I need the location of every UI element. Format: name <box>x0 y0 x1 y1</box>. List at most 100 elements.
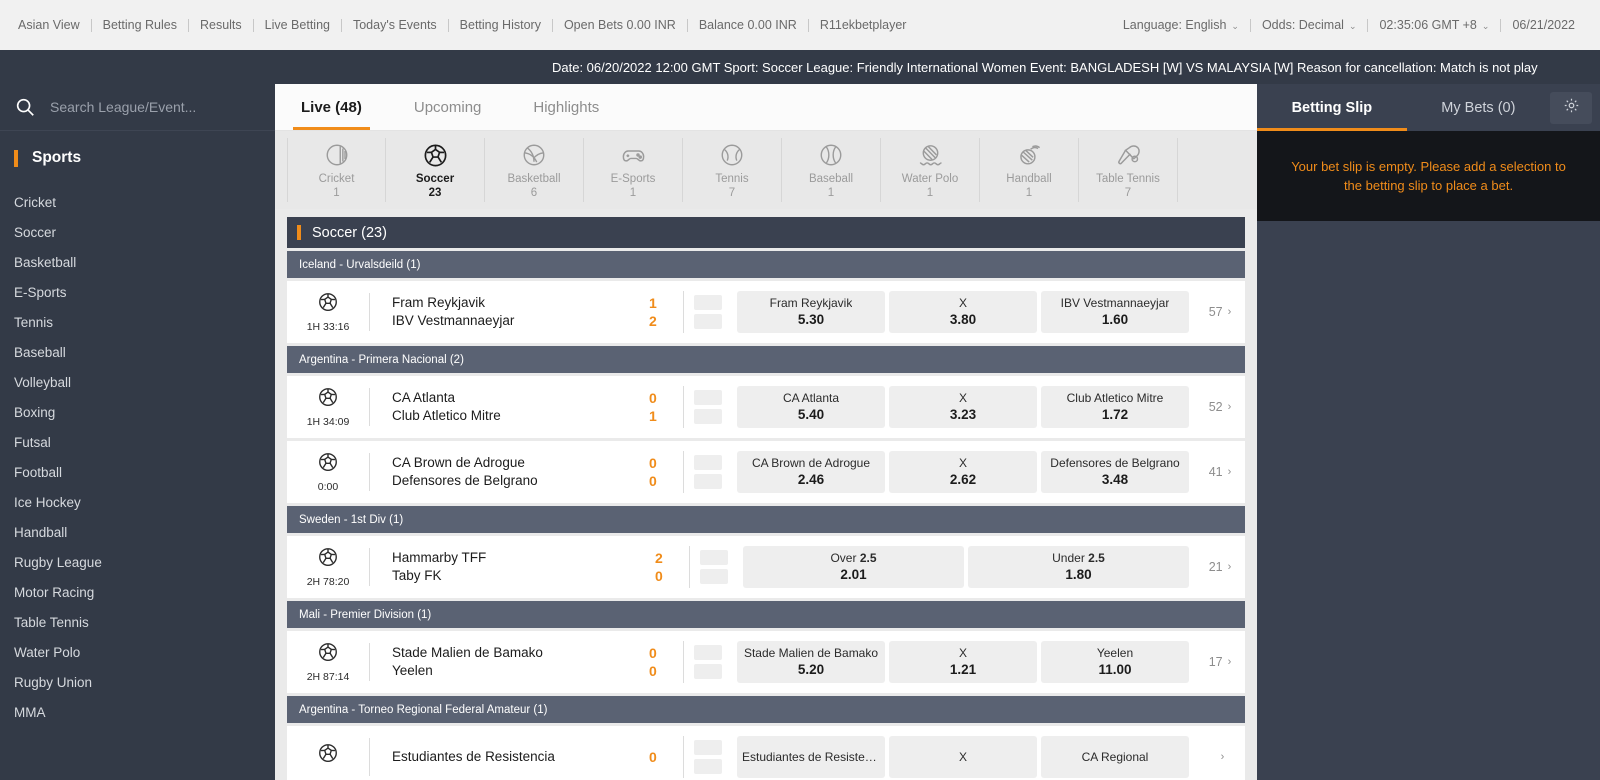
language-selector[interactable]: Language: English ⌄ <box>1112 18 1250 32</box>
tab-upcoming[interactable]: Upcoming <box>388 84 508 130</box>
match-clock: 1H 34:09 <box>306 416 350 428</box>
sidebar-item-basketball[interactable]: Basketball <box>0 247 275 277</box>
tab-highlights[interactable]: Highlights <box>507 84 625 130</box>
search-box[interactable] <box>0 84 275 131</box>
top-nav-item[interactable]: Live Betting <box>254 18 341 32</box>
odds-button[interactable]: X 3.23 <box>889 386 1037 428</box>
top-nav-item[interactable]: Betting Rules <box>92 18 188 32</box>
stat-placeholder <box>693 664 722 679</box>
tab-live-48[interactable]: Live (48) <box>275 84 388 130</box>
away-score: 0 <box>649 473 657 489</box>
more-markets-button[interactable]: › <box>1195 751 1245 763</box>
sidebar-item-motor-racing[interactable]: Motor Racing <box>0 577 275 607</box>
more-markets-button[interactable]: 21 › <box>1195 560 1245 574</box>
odds-button[interactable]: CA Brown de Adrogue 2.46 <box>737 451 885 493</box>
sport-tab-basketball[interactable]: Basketball 6 <box>485 138 584 202</box>
top-nav-item[interactable]: Asian View <box>14 18 91 32</box>
bet-slip-body <box>1257 221 1600 780</box>
match-time-cell: 2H 87:14 <box>287 641 369 683</box>
sidebar-item-e-sports[interactable]: E-Sports <box>0 277 275 307</box>
odds-button[interactable]: Stade Malien de Bamako 5.20 <box>737 641 885 683</box>
league-header[interactable]: Sweden - 1st Div (1) <box>287 506 1245 533</box>
league-header[interactable]: Iceland - Urvalsdeild (1) <box>287 251 1245 278</box>
match-score: 0 <box>649 748 683 766</box>
sport-tab-handball[interactable]: Handball 1 <box>980 138 1079 202</box>
settings-button[interactable] <box>1550 91 1592 124</box>
odds-group: Stade Malien de Bamako 5.20 X 1.21 Yeelen 11.… <box>731 641 1195 683</box>
league-header[interactable]: Argentina - Torneo Regional Federal Amat… <box>287 696 1245 723</box>
odds-button[interactable]: Yeelen 11.00 <box>1041 641 1189 683</box>
tab-betting-slip[interactable]: Betting Slip <box>1257 84 1407 131</box>
match-teams: CA Brown de Adrogue Defensores de Belgran… <box>370 454 649 490</box>
sidebar-item-mma[interactable]: MMA <box>0 697 275 727</box>
sidebar-item-handball[interactable]: Handball <box>0 517 275 547</box>
gamepad-icon <box>620 141 647 169</box>
sidebar-item-futsal[interactable]: Futsal <box>0 427 275 457</box>
more-markets-button[interactable]: 57 › <box>1195 305 1245 319</box>
odds-group: Fram Reykjavik 5.30 X 3.80 IBV Vestmannaeyja… <box>731 291 1195 333</box>
odds-button[interactable]: X <box>889 736 1037 778</box>
top-nav-item[interactable]: Today's Events <box>342 18 448 32</box>
search-input[interactable] <box>50 99 240 115</box>
league-header[interactable]: Mali - Premier Division (1) <box>287 601 1245 628</box>
home-score: 0 <box>649 390 657 406</box>
odds-button[interactable]: Fram Reykjavik 5.30 <box>737 291 885 333</box>
sport-tab-baseball[interactable]: Baseball 1 <box>782 138 881 202</box>
odds-button[interactable]: IBV Vestmannaeyjar 1.60 <box>1041 291 1189 333</box>
sport-tab-soccer[interactable]: Soccer 23 <box>386 138 485 202</box>
odds-group: CA Brown de Adrogue 2.46 X 2.62 Defensores d… <box>731 451 1195 493</box>
odds-button[interactable]: CA Regional <box>1041 736 1189 778</box>
event-list[interactable]: Soccer (23) Iceland - Urvalsdeild (1) 1H … <box>275 209 1257 780</box>
sidebar-item-rugby-league[interactable]: Rugby League <box>0 547 275 577</box>
odds-button[interactable]: CA Atlanta 5.40 <box>737 386 885 428</box>
match-row[interactable]: 2H 78:20 Hammarby TFF Taby FK 2 0 Over 2.5 2.0… <box>287 536 1245 598</box>
sport-tab-table-tennis[interactable]: Table Tennis 7 <box>1079 138 1178 202</box>
odds-button[interactable]: Defensores de Belgrano 3.48 <box>1041 451 1189 493</box>
sport-tab-water-polo[interactable]: Water Polo 1 <box>881 138 980 202</box>
top-nav-item[interactable]: Results <box>189 18 253 32</box>
top-nav-item[interactable]: Open Bets 0.00 INR <box>553 18 687 32</box>
top-nav-item[interactable]: Betting History <box>449 18 552 32</box>
odds-button[interactable]: Estudiantes de Resisten... <box>737 736 885 778</box>
odds-label: Defensores de Belgrano <box>1050 456 1180 470</box>
match-row[interactable]: 2H 87:14 Stade Malien de Bamako Yeelen 0 0 St… <box>287 631 1245 693</box>
sidebar-item-water-polo[interactable]: Water Polo <box>0 637 275 667</box>
sidebar-item-volleyball[interactable]: Volleyball <box>0 367 275 397</box>
sidebar-item-football[interactable]: Football <box>0 457 275 487</box>
odds-format-selector[interactable]: Odds: Decimal ⌄ <box>1251 18 1368 32</box>
match-row[interactable]: Estudiantes de Resistencia 0 Estudiantes d… <box>287 726 1245 780</box>
odds-button[interactable]: X 3.80 <box>889 291 1037 333</box>
odds-value: 2.46 <box>797 472 825 487</box>
odds-button[interactable]: X 2.62 <box>889 451 1037 493</box>
odds-button[interactable]: X 1.21 <box>889 641 1037 683</box>
sidebar-item-table-tennis[interactable]: Table Tennis <box>0 607 275 637</box>
odds-button[interactable]: Club Atletico Mitre 1.72 <box>1041 386 1189 428</box>
sidebar-item-baseball[interactable]: Baseball <box>0 337 275 367</box>
match-row[interactable]: 0:00 CA Brown de Adrogue Defensores de Bel… <box>287 441 1245 503</box>
timezone-selector[interactable]: 02:35:06 GMT +8 ⌄ <box>1368 18 1500 32</box>
sidebar-item-boxing[interactable]: Boxing <box>0 397 275 427</box>
sport-tab-e-sports[interactable]: E-Sports 1 <box>584 138 683 202</box>
home-team-name: CA Atlanta <box>392 390 456 405</box>
cricket-ball-icon <box>324 141 350 169</box>
top-nav-item[interactable]: Balance 0.00 INR <box>688 18 808 32</box>
tab-my-bets[interactable]: My Bets (0) <box>1407 84 1550 131</box>
sidebar-item-ice-hockey[interactable]: Ice Hockey <box>0 487 275 517</box>
match-row[interactable]: 1H 34:09 CA Atlanta Club Atletico Mitre 0 1 C… <box>287 376 1245 438</box>
sidebar-item-soccer[interactable]: Soccer <box>0 217 275 247</box>
sidebar-item-cricket[interactable]: Cricket <box>0 187 275 217</box>
league-header[interactable]: Argentina - Primera Nacional (2) <box>287 346 1245 373</box>
more-markets-button[interactable]: 17 › <box>1195 655 1245 669</box>
top-nav-item[interactable]: R11ekbetplayer <box>809 18 918 32</box>
match-row[interactable]: 1H 33:16 Fram Reykjavik IBV Vestmannaeyjar… <box>287 281 1245 343</box>
sport-tab-tennis[interactable]: Tennis 7 <box>683 138 782 202</box>
sidebar-item-rugby-union[interactable]: Rugby Union <box>0 667 275 697</box>
odds-button[interactable]: Over 2.5 2.01 <box>743 546 964 588</box>
more-markets-button[interactable]: 52 › <box>1195 400 1245 414</box>
odds-button[interactable]: Under 2.5 1.80 <box>968 546 1189 588</box>
sport-tab-cricket[interactable]: Cricket 1 <box>287 138 386 202</box>
sidebar-item-tennis[interactable]: Tennis <box>0 307 275 337</box>
more-markets-button[interactable]: 41 › <box>1195 465 1245 479</box>
main-layout: Sports Cricket Soccer Basketball E-Sports Te… <box>0 84 1600 780</box>
announcement-bar: Date: 06/20/2022 12:00 GMT Sport: Soccer… <box>0 50 1600 84</box>
